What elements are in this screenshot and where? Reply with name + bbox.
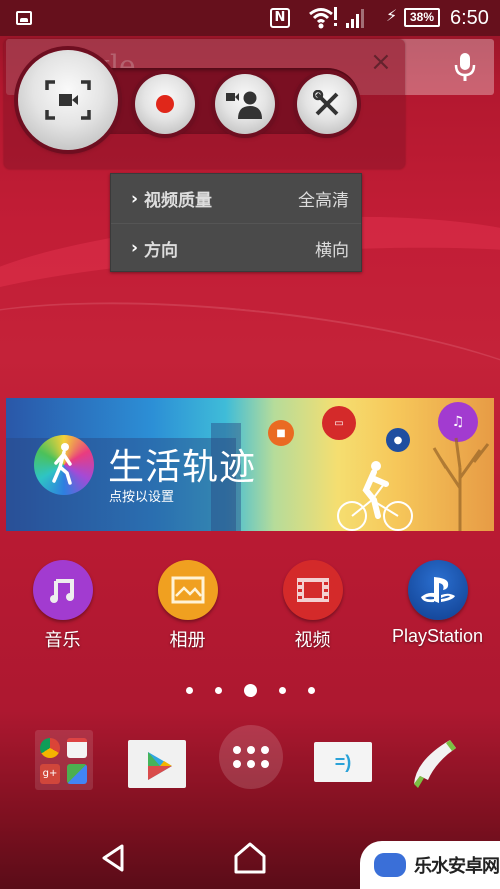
watermark: 乐水安卓网 [360,841,500,889]
phone-button[interactable] [410,736,460,792]
video-icon [282,560,343,620]
camera-person-icon [226,91,262,119]
page-dot-4[interactable] [278,687,286,694]
image-notification-icon [16,11,32,25]
video-bubble-icon: ▭ [322,406,356,440]
app-label: 视频 [294,630,331,650]
menu-item-label: 视频质量 [144,191,213,211]
music-icon [32,560,93,620]
tools-icon [313,90,339,116]
record-dot-icon [156,95,174,113]
play-store-button[interactable] [128,732,186,788]
gmail-icon [67,738,87,758]
chevron-right-icon: › [131,238,139,258]
chrome-icon [40,738,60,758]
app-shortcuts: 音乐 相册 视频 PlayStation [0,560,500,652]
people-bubble-icon: ● [386,428,410,452]
grid-dot [247,760,255,768]
grid-dot [261,760,269,768]
back-button[interactable] [96,840,132,876]
page-dot-2[interactable] [214,687,222,694]
app-music[interactable]: 音乐 [0,560,125,652]
grid-dot [247,746,255,754]
page-dot-3-current[interactable] [243,684,257,697]
home-button[interactable] [232,840,268,876]
dock: g+ =) [0,725,500,796]
clock: 6:50 [450,7,489,29]
menu-item-orientation[interactable]: › 方向 横向 [111,223,361,272]
page-dot-5[interactable] [307,687,315,694]
charging-icon: ⚡ [386,6,398,25]
maps-icon [67,764,87,784]
walking-person-icon [52,443,72,485]
signal-icon [346,9,364,28]
lifelog-icon [34,435,94,495]
status-bar: N ⚡ 38% 6:50 [0,0,500,36]
page-dot-1[interactable] [185,687,193,694]
grid-dot [261,746,269,754]
app-label: PlayStation [391,626,484,646]
battery-indicator: 38% [404,8,440,27]
tree-illustration [432,437,490,531]
cyclist-illustration [337,461,413,531]
screen-video-icon [45,80,91,120]
messaging-button[interactable]: =) [314,742,372,782]
mic-icon[interactable] [454,51,476,83]
app-playstation[interactable]: PlayStation [375,560,500,652]
robot-logo-icon [374,853,406,877]
google-plus-icon: g+ [40,764,60,784]
menu-item-value: 横向 [315,240,349,261]
nfc-icon: N [270,8,290,28]
grid-dot [233,746,241,754]
menu-item-value: 全高清 [298,191,349,211]
lifelog-subtitle: 点按以设置 [109,490,175,505]
front-camera-button[interactable] [215,74,275,134]
page-indicator [0,684,500,697]
google-apps-folder[interactable]: g+ [35,730,93,790]
grid-dot [233,760,241,768]
recorder-settings-button[interactable] [297,74,357,134]
album-icon [157,560,218,620]
app-album[interactable]: 相册 [125,560,250,652]
app-video[interactable]: 视频 [250,560,375,652]
record-button[interactable] [135,74,195,134]
messaging-icon: =) [334,752,352,772]
menu-item-label: 方向 [144,240,179,261]
app-label: 相册 [169,630,206,650]
lifelog-widget[interactable]: 生活轨迹 点按以设置 ■ ▭ ● ♫ [6,398,494,531]
app-label: 音乐 [44,630,81,650]
recorder-settings-menu: › 视频质量 全高清 › 方向 横向 [110,173,362,272]
play-store-icon [147,732,172,780]
lifelog-title: 生活轨迹 [108,447,257,488]
chevron-right-icon: › [131,188,139,209]
menu-item-video-quality[interactable]: › 视频质量 全高清 [111,174,361,223]
playstation-icon [407,560,468,620]
watermark-text: 乐水安卓网 [414,856,500,877]
screen-record-button[interactable] [18,50,118,150]
camera-bubble-icon: ■ [268,420,294,446]
wifi-icon [309,7,337,29]
app-drawer-button[interactable] [219,725,283,789]
